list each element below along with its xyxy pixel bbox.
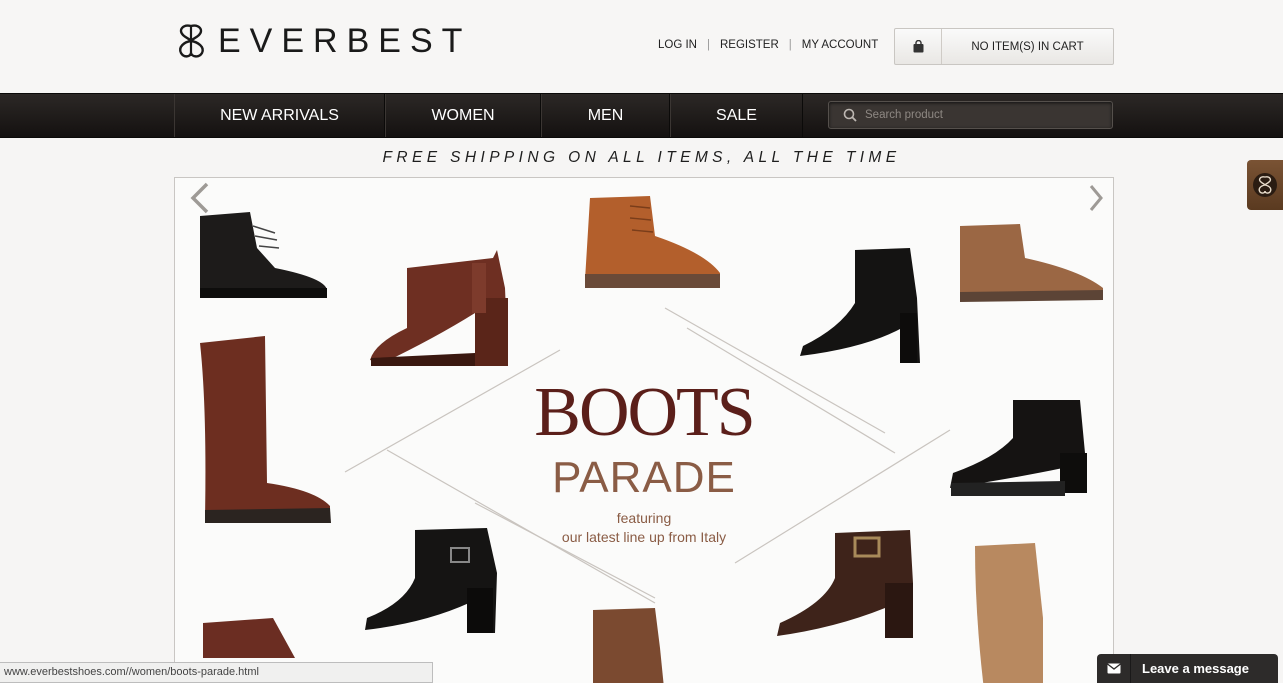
- search-icon[interactable]: [843, 108, 857, 122]
- nav-item-new-arrivals[interactable]: NEW ARRIVALS: [174, 94, 385, 137]
- boot-brown-tall: [200, 336, 331, 523]
- banner-featuring: featuring: [616, 510, 672, 526]
- login-link[interactable]: LOG IN: [658, 39, 697, 51]
- banner-tagline-text: our latest line up from Italy: [561, 529, 727, 545]
- side-brand-badge[interactable]: [1247, 160, 1283, 210]
- nav-item-sale[interactable]: SALE: [670, 94, 803, 137]
- boot-black-strap: [365, 528, 497, 633]
- logo-mark-icon: [179, 24, 204, 58]
- search-box: [828, 101, 1113, 129]
- chevron-right-icon[interactable]: [1083, 178, 1113, 218]
- promo-banner-text: FREE SHIPPING ON ALL ITEMS, ALL THE TIME: [382, 149, 901, 166]
- link-separator: |: [788, 39, 792, 51]
- chevron-left-icon[interactable]: [185, 178, 215, 218]
- leave-message-label: Leave a message: [1142, 661, 1249, 676]
- my-account-link[interactable]: MY ACCOUNT: [802, 39, 878, 51]
- boot-black-laceup: [200, 212, 327, 298]
- boot-tan-brogue: [960, 224, 1103, 302]
- nav-items: NEW ARRIVALS WOMEN MEN SALE: [174, 94, 803, 137]
- boot-black-pointed: [800, 248, 920, 363]
- boot-brown-buckle: [777, 530, 913, 638]
- hero-banner[interactable]: BOOTS PARADE featuring our latest line u…: [174, 177, 1114, 683]
- account-links: LOG IN | REGISTER | MY ACCOUNT: [658, 39, 878, 51]
- envelope-icon-box: [1097, 654, 1131, 683]
- brand-logo[interactable]: EVERBEST: [174, 22, 471, 60]
- boot-tan-laceup: [585, 196, 720, 288]
- nav-item-men[interactable]: MEN: [541, 94, 670, 137]
- search-input[interactable]: [865, 109, 1095, 121]
- leave-message-button[interactable]: Leave a message: [1097, 654, 1278, 683]
- cart-icon-box: [895, 29, 942, 64]
- nav-item-women[interactable]: WOMEN: [385, 94, 541, 137]
- boot-tan-suede-bottom: [593, 608, 664, 683]
- boot-tan-tall: [975, 543, 1043, 683]
- link-separator: |: [706, 39, 710, 51]
- cart-button[interactable]: NO ITEM(S) IN CART: [894, 28, 1114, 65]
- banner-title: BOOTS: [534, 374, 755, 451]
- envelope-icon: [1106, 663, 1121, 674]
- logo-mark-icon: [1253, 173, 1277, 197]
- main-nav: NEW ARRIVALS WOMEN MEN SALE: [0, 93, 1283, 138]
- register-link[interactable]: REGISTER: [720, 39, 779, 51]
- banner-tagline: featuring our latest line up from Italy: [519, 509, 769, 547]
- brand-name: EVERBEST: [218, 22, 472, 60]
- browser-status-url: www.everbestshoes.com//women/boots-parad…: [0, 662, 433, 683]
- boot-brown-chelsea: [370, 250, 508, 366]
- site-header: EVERBEST LOG IN | REGISTER | MY ACCOUNT …: [0, 0, 1283, 93]
- boot-black-suede: [950, 400, 1087, 496]
- shopping-bag-icon: [913, 40, 923, 53]
- boot-brown-bottom: [203, 618, 295, 658]
- cart-status-label: NO ITEM(S) IN CART: [971, 40, 1084, 53]
- banner-subtitle: PARADE: [552, 453, 736, 502]
